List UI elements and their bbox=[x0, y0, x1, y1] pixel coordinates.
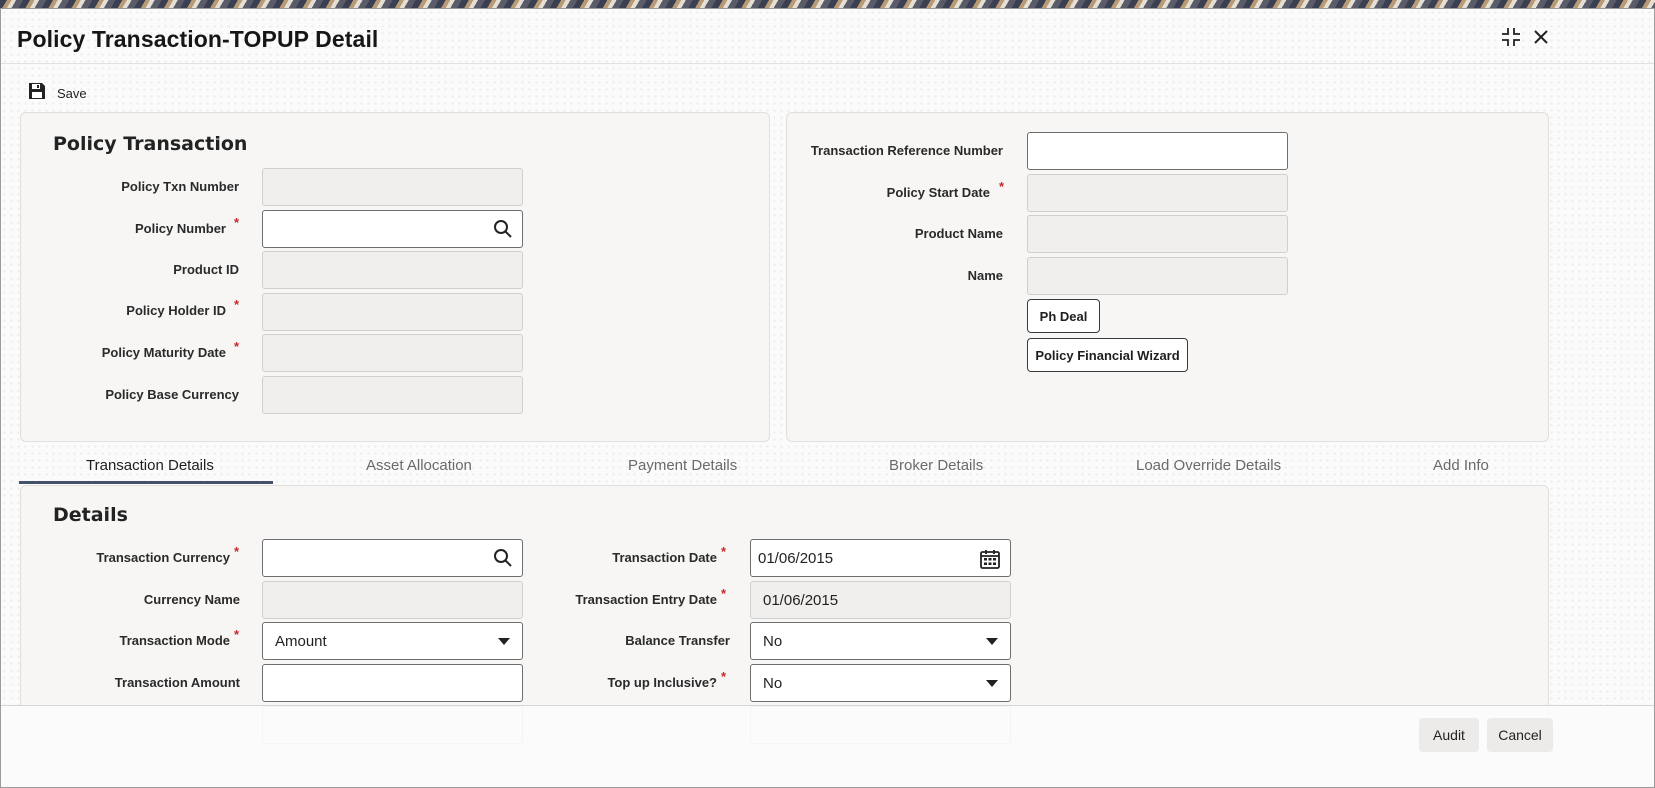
chevron-down-icon[interactable] bbox=[498, 638, 510, 645]
transaction-entry-date-field: 01/06/2015 bbox=[750, 581, 1011, 619]
policy-maturity-date-label: Policy Maturity Date bbox=[101, 345, 226, 360]
product-id-field bbox=[262, 251, 523, 289]
name-field bbox=[1027, 257, 1288, 295]
top-decorative-strip bbox=[0, 0, 1655, 8]
calendar-icon[interactable] bbox=[979, 548, 1001, 574]
policy-transaction-panel: Policy Transaction Policy Txn Number Pol… bbox=[20, 112, 770, 442]
transaction-reference-number-input[interactable] bbox=[1027, 132, 1288, 170]
transaction-currency-label: Transaction Currency bbox=[96, 550, 230, 565]
dialog-window: Policy Transaction-TOPUP Detail Save Pol… bbox=[0, 8, 1655, 788]
section-title-policy-transaction: Policy Transaction bbox=[53, 133, 248, 155]
tab-asset-allocation[interactable]: Asset Allocation bbox=[366, 457, 472, 474]
policy-txn-number-field bbox=[262, 168, 523, 206]
transaction-reference-number-label: Transaction Reference Number bbox=[810, 143, 1003, 158]
chevron-down-icon[interactable] bbox=[986, 680, 998, 687]
product-name-label: Product Name bbox=[914, 226, 1003, 241]
transaction-mode-label: Transaction Mode bbox=[119, 633, 230, 648]
ph-deal-button[interactable]: Ph Deal bbox=[1027, 299, 1100, 333]
policy-holder-id-label: Policy Holder ID bbox=[126, 303, 226, 318]
policy-start-date-field bbox=[1027, 174, 1288, 212]
required-marker: * bbox=[234, 215, 240, 230]
transaction-date-input[interactable]: 01/06/2015 bbox=[750, 539, 1011, 577]
required-marker: * bbox=[234, 544, 240, 559]
required-marker: * bbox=[721, 586, 727, 601]
transaction-mode-select[interactable]: Amount bbox=[262, 622, 523, 660]
transaction-date-value: 01/06/2015 bbox=[758, 549, 834, 567]
policy-holder-id-field bbox=[262, 293, 523, 331]
top-up-inclusive-value: No bbox=[763, 674, 783, 692]
tab-payment-details[interactable]: Payment Details bbox=[628, 457, 737, 474]
policy-maturity-date-field bbox=[262, 334, 523, 372]
transaction-info-panel: Transaction Reference Number Policy Star… bbox=[786, 112, 1549, 442]
required-marker: * bbox=[234, 297, 240, 312]
policy-txn-number-label: Policy Txn Number bbox=[121, 179, 239, 194]
title-bar: Policy Transaction-TOPUP Detail bbox=[1, 9, 1654, 64]
required-marker: * bbox=[234, 627, 240, 642]
transaction-entry-date-label: Transaction Entry Date bbox=[575, 592, 717, 607]
floppy-disk-icon bbox=[27, 81, 47, 106]
active-tab-indicator bbox=[19, 481, 273, 484]
search-icon[interactable] bbox=[493, 219, 513, 243]
product-name-field bbox=[1027, 215, 1288, 253]
close-icon[interactable] bbox=[1529, 25, 1553, 49]
currency-name-field bbox=[262, 581, 523, 619]
cancel-button[interactable]: Cancel bbox=[1487, 718, 1553, 752]
policy-number-input[interactable] bbox=[262, 210, 523, 248]
footer-bar: Audit Cancel bbox=[1, 705, 1654, 787]
policy-number-label: Policy Number bbox=[134, 221, 226, 236]
transaction-currency-input[interactable] bbox=[262, 539, 523, 577]
save-label: Save bbox=[57, 86, 87, 101]
required-marker: * bbox=[721, 669, 727, 684]
transaction-entry-date-value: 01/06/2015 bbox=[763, 591, 839, 609]
save-button[interactable]: Save bbox=[27, 81, 87, 106]
required-marker: * bbox=[999, 179, 1005, 194]
section-title-details: Details bbox=[53, 504, 128, 526]
tab-add-info[interactable]: Add Info bbox=[1433, 457, 1489, 474]
transaction-amount-input[interactable] bbox=[262, 664, 523, 702]
currency-name-label: Currency Name bbox=[143, 592, 240, 607]
product-id-label: Product ID bbox=[173, 262, 239, 277]
search-icon[interactable] bbox=[493, 548, 513, 572]
tab-broker-details[interactable]: Broker Details bbox=[889, 457, 983, 474]
tab-load-override-details[interactable]: Load Override Details bbox=[1136, 457, 1281, 474]
chevron-down-icon[interactable] bbox=[986, 638, 998, 645]
balance-transfer-value: No bbox=[763, 632, 783, 650]
tab-bar: Transaction Details Asset Allocation Pay… bbox=[19, 449, 1549, 485]
audit-button[interactable]: Audit bbox=[1419, 718, 1479, 752]
policy-financial-wizard-button[interactable]: Policy Financial Wizard bbox=[1027, 338, 1188, 372]
top-up-inclusive-select[interactable]: No bbox=[750, 664, 1011, 702]
required-marker: * bbox=[234, 339, 240, 354]
tab-transaction-details[interactable]: Transaction Details bbox=[86, 457, 214, 474]
page-title: Policy Transaction-TOPUP Detail bbox=[17, 26, 379, 52]
transaction-amount-label: Transaction Amount bbox=[114, 675, 240, 690]
required-marker: * bbox=[721, 544, 727, 559]
transaction-date-label: Transaction Date bbox=[612, 550, 717, 565]
balance-transfer-select[interactable]: No bbox=[750, 622, 1011, 660]
policy-base-currency-label: Policy Base Currency bbox=[105, 387, 239, 402]
policy-start-date-label: Policy Start Date bbox=[886, 185, 990, 200]
policy-base-currency-field bbox=[262, 376, 523, 414]
maximize-icon[interactable] bbox=[1499, 25, 1523, 49]
balance-transfer-label: Balance Transfer bbox=[625, 633, 730, 648]
top-up-inclusive-label: Top up Inclusive? bbox=[607, 675, 717, 690]
transaction-mode-value: Amount bbox=[275, 632, 327, 650]
name-label: Name bbox=[967, 268, 1003, 283]
